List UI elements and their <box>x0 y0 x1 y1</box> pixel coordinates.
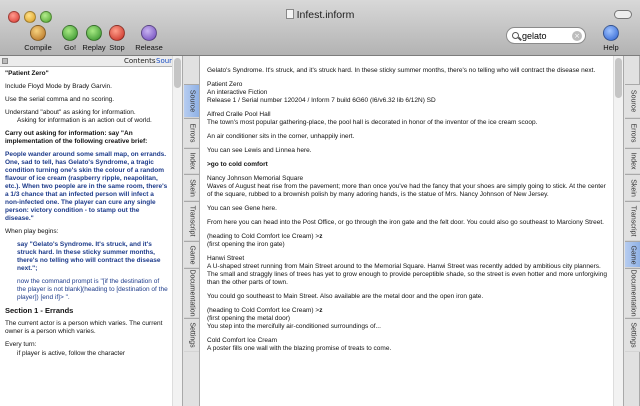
search-input[interactable] <box>522 29 574 42</box>
source-line: say "Gelato's Syndrome. It's struck, and… <box>17 241 161 272</box>
source-section-heading: Section 1 - Errands <box>5 306 74 315</box>
source-line: The current actor is a person which vari… <box>5 320 163 335</box>
game-banner: Patient Zero An interactive Fiction Releas… <box>207 81 436 104</box>
source-brief: People wander around some small map, on … <box>5 151 168 222</box>
search-icon <box>512 32 519 39</box>
right-side-tabs: Source Errors Index Skein Transcript Gam… <box>623 56 640 406</box>
scroll-thumb[interactable] <box>174 58 181 88</box>
left-side-tabs: Source Errors Index Skein Transcript Gam… <box>182 56 200 406</box>
source-tab-bar: Contents Source <box>0 56 182 67</box>
game-room: Cold Comfort Ice Cream A poster fills one… <box>207 337 392 352</box>
search-field[interactable]: × <box>506 27 586 44</box>
source-title: "Patient Zero" <box>5 70 49 77</box>
game-room: Alfred Cralle Pool Hall The town's most p… <box>207 111 538 126</box>
right-tab-settings[interactable]: Settings <box>625 318 640 352</box>
game-prompt: (heading to Cold Comfort Ice Cream) >z (f… <box>207 233 323 248</box>
source-editor[interactable]: "Patient Zero" Include Floyd Mode by Bra… <box>0 68 172 406</box>
source-scrollbar[interactable] <box>172 56 182 406</box>
window-title: Infest.inform <box>0 9 640 21</box>
game-room: Nancy Johnson Memorial Square Waves of Au… <box>207 175 606 198</box>
source-line: Carry out asking for information: say "A… <box>5 130 148 145</box>
game-prompt: (heading to Cold Comfort Ice Cream) >z (f… <box>207 307 381 330</box>
toolbar-toggle-button[interactable] <box>614 10 632 19</box>
right-tab-documentation[interactable]: Documentation <box>625 268 640 318</box>
title-bar: Infest.inform Compile Go! Replay Stop Re… <box>0 0 640 56</box>
compile-icon <box>30 25 46 41</box>
game-text: You could go southeast to Main Street. A… <box>207 293 484 300</box>
stop-icon <box>109 25 125 41</box>
game-text: An air conditioner sits in the corner, u… <box>207 133 355 140</box>
left-tab-transcript[interactable]: Transcript <box>184 201 199 241</box>
game-room: Hanwi Street A U-shaped street running fr… <box>207 255 607 286</box>
left-tab-index[interactable]: Index <box>184 148 199 174</box>
source-pane: Contents Source "Patient Zero" Include F… <box>0 56 182 406</box>
right-tab-skein[interactable]: Skein <box>625 174 640 201</box>
left-tab-settings[interactable]: Settings <box>184 318 199 352</box>
left-tab-source[interactable]: Source <box>184 84 199 118</box>
left-tab-documentation[interactable]: Documentation <box>184 268 199 318</box>
help-button[interactable]: Help <box>592 25 630 53</box>
game-text: You can see Lewis and Linnea here. <box>207 147 312 154</box>
source-line: if player is active, follow the characte… <box>17 350 126 357</box>
source-line: Every turn: <box>5 341 37 348</box>
source-line: Use the serial comma and no scoring. <box>5 96 115 103</box>
source-line: now the command prompt is "[if the desti… <box>17 278 168 301</box>
back-arrow-icon[interactable] <box>2 58 8 64</box>
game-text: Gelato's Syndrome. It's struck, and it's… <box>207 67 596 74</box>
game-text: You can see Gene here. <box>207 205 277 212</box>
right-tab-errors[interactable]: Errors <box>625 118 640 148</box>
clear-search-icon[interactable]: × <box>572 31 582 41</box>
right-tab-source[interactable]: Source <box>625 84 640 118</box>
source-line: Understand "about" as asking for informa… <box>5 109 152 124</box>
source-line: Include Floyd Mode by Brady Garvin. <box>5 83 112 90</box>
right-tab-game[interactable]: Game <box>625 241 640 268</box>
document-icon <box>285 9 294 19</box>
game-text: From here you can head into the Post Off… <box>207 219 604 226</box>
left-tab-skein[interactable]: Skein <box>184 174 199 201</box>
left-tab-game[interactable]: Game <box>184 241 199 268</box>
release-button[interactable]: Release <box>130 25 168 53</box>
app-window: Infest.inform Compile Go! Replay Stop Re… <box>0 0 640 406</box>
game-pane: Gelato's Syndrome. It's struck, and it's… <box>200 56 623 406</box>
game-scrollbar[interactable] <box>613 56 623 406</box>
tab-contents[interactable]: Contents <box>122 56 158 66</box>
game-command: >go to cold comfort <box>207 161 268 168</box>
game-transcript[interactable]: Gelato's Syndrome. It's struck, and it's… <box>200 56 613 406</box>
left-tab-errors[interactable]: Errors <box>184 118 199 148</box>
source-line: When play begins: <box>5 228 59 235</box>
help-icon <box>603 25 619 41</box>
right-tab-index[interactable]: Index <box>625 148 640 174</box>
scroll-thumb[interactable] <box>615 58 622 98</box>
release-icon <box>141 25 157 41</box>
right-tab-transcript[interactable]: Transcript <box>625 201 640 241</box>
